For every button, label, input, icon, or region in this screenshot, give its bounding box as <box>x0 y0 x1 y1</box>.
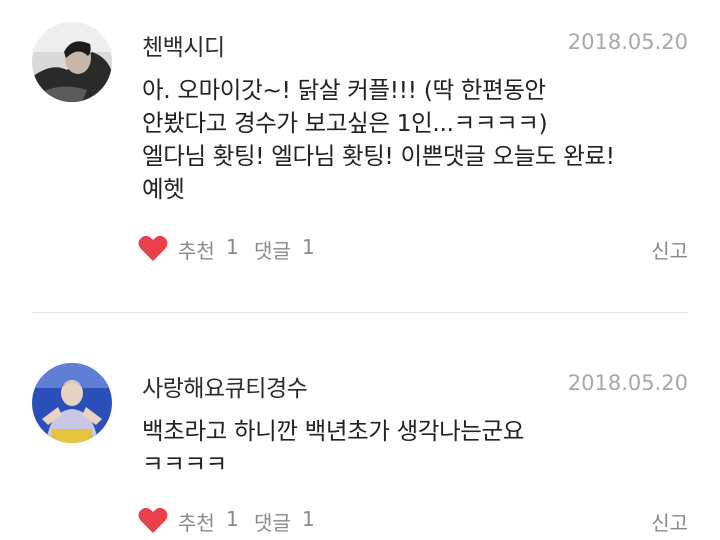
avatar[interactable] <box>32 22 112 102</box>
reply-count: 1 <box>302 235 315 259</box>
comment-author[interactable]: 첸백시디 <box>142 28 225 62</box>
comment-date: 2018.05.20 <box>567 30 688 54</box>
comment-line: 엘다님 홧팅! 엘다님 홧팅! 이쁜댓글 오늘도 완료! <box>142 142 615 170</box>
comment-line: 안봤다고 경수가 보고싶은 1인...ㅋㅋㅋㅋ) <box>142 109 548 137</box>
comment-body: 아. 오마이갓~! 닭살 커플!!! (딱 한편동안 안봤다고 경수가 보고싶은… <box>142 74 702 206</box>
like-count: 1 <box>226 235 239 259</box>
reply-button[interactable]: 댓글 <box>254 235 291 264</box>
user-avatar-icon <box>32 363 112 443</box>
like-button[interactable]: 추천 <box>178 235 215 264</box>
comment-line: ㅋㅋㅋㅋ <box>142 450 227 478</box>
like-button[interactable]: 추천 <box>178 507 215 536</box>
user-avatar-icon <box>32 22 112 102</box>
comment-body: 백초라고 하니깐 백년초가 생각나는군요 ㅋㅋㅋㅋ <box>142 415 702 481</box>
report-button[interactable]: 신고 <box>651 235 688 264</box>
comment-author[interactable]: 사랑해요큐티경수 <box>142 369 308 403</box>
like-count: 1 <box>226 507 239 531</box>
report-button[interactable]: 신고 <box>651 507 688 536</box>
heart-icon[interactable] <box>138 234 168 262</box>
heart-icon[interactable] <box>138 506 168 534</box>
comment-actions: 추천 1 댓글 1 신고 <box>138 232 688 266</box>
comment-actions: 추천 1 댓글 1 신고 <box>138 504 688 538</box>
comment-line: 예헷 <box>142 175 185 203</box>
comment-line: 백초라고 하니깐 백년초가 생각나는군요 <box>142 417 524 445</box>
reply-button[interactable]: 댓글 <box>254 507 291 536</box>
comment-line: 아. 오마이갓~! 닭살 커플!!! (딱 한편동안 <box>142 76 546 104</box>
comment-item: 첸백시디 2018.05.20 아. 오마이갓~! 닭살 커플!!! (딱 한편… <box>0 0 720 312</box>
comment-item: 사랑해요큐티경수 2018.05.20 백초라고 하니깐 백년초가 생각나는군요… <box>0 313 720 540</box>
avatar[interactable] <box>32 363 112 443</box>
comment-date: 2018.05.20 <box>567 371 688 395</box>
reply-count: 1 <box>302 507 315 531</box>
